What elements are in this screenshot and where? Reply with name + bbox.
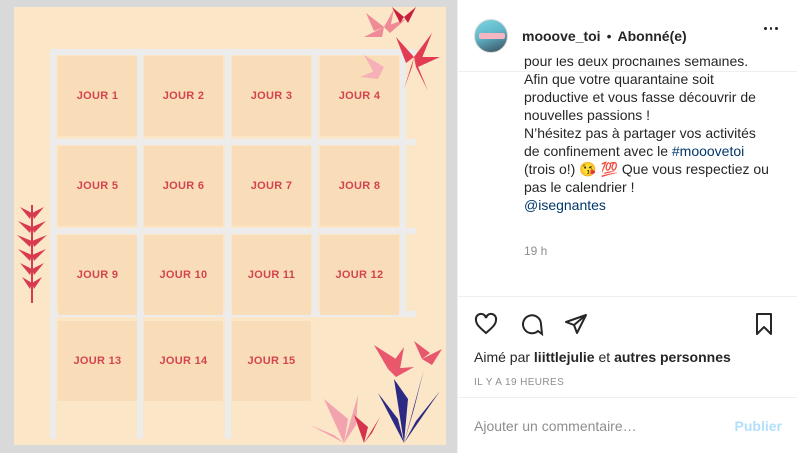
- post-caption: pour les deux prochaines semaines. Afin …: [524, 58, 792, 214]
- day-cell: JOUR 7: [232, 146, 311, 226]
- day-cell: JOUR 11: [232, 235, 311, 315]
- caption-text: (trois o!): [524, 161, 580, 177]
- heart-icon[interactable]: [474, 312, 498, 336]
- day-cell: JOUR 15: [232, 321, 311, 401]
- bookmark-icon[interactable]: [752, 312, 776, 336]
- day-cell: JOUR 9: [58, 235, 137, 315]
- grid-line: [50, 228, 416, 234]
- share-icon[interactable]: [564, 312, 588, 336]
- username-link[interactable]: mooove_toi: [522, 28, 601, 44]
- caption-line: productive et vous fasse découvrir de: [524, 89, 756, 105]
- flower-decoration: [360, 7, 440, 91]
- post-image-panel: JOUR 1 JOUR 2 JOUR 3 JOUR 4 JOUR 5 JOUR …: [0, 0, 457, 453]
- avatar[interactable]: [474, 18, 508, 53]
- separator-dot: •: [606, 27, 612, 44]
- hashtag-link[interactable]: #mooovetoi: [672, 143, 744, 159]
- comment-bar: Publier: [458, 397, 797, 453]
- grid-line: [50, 49, 56, 439]
- day-cell: JOUR 12: [320, 235, 399, 315]
- calendar-poster[interactable]: JOUR 1 JOUR 2 JOUR 3 JOUR 4 JOUR 5 JOUR …: [14, 7, 446, 445]
- avatar-logo: [479, 32, 505, 39]
- fern-decoration: [17, 205, 47, 303]
- post-sidebar: mooove_toi • Abonné(e) pour les deux pro…: [457, 0, 797, 453]
- day-cell: JOUR 8: [320, 146, 399, 226]
- day-cell: JOUR 3: [232, 56, 311, 136]
- follow-status-button[interactable]: Abonné(e): [617, 28, 686, 44]
- plant-decoration: [310, 341, 442, 443]
- day-cell: JOUR 5: [58, 146, 137, 226]
- post-timestamp[interactable]: IL Y A 19 HEURES: [474, 377, 564, 388]
- grid-line: [50, 139, 416, 145]
- caption-line: (trois o!) 😘 💯 Que vous respectiez ou: [524, 160, 792, 178]
- caption-text: de confinement avec le: [524, 143, 672, 159]
- comment-timestamp[interactable]: 19 h: [524, 244, 547, 258]
- mention-link[interactable]: @isegnantes: [524, 196, 792, 214]
- post-actions: Aimé par liittlejulie et autres personne…: [458, 296, 797, 406]
- more-options-icon[interactable]: [764, 27, 779, 31]
- grid-line: [312, 49, 318, 317]
- caption-line: nouvelles passions !: [524, 107, 651, 123]
- day-cell: JOUR 1: [58, 56, 137, 136]
- caption-line: N’hésitez pas à partager vos activités: [524, 125, 756, 141]
- day-cell: JOUR 14: [144, 321, 223, 401]
- comment-icon[interactable]: [520, 312, 544, 336]
- comment-input[interactable]: [474, 416, 714, 436]
- caption-line: Afin que votre quarantaine soit: [524, 71, 714, 87]
- day-cell: JOUR 6: [144, 146, 223, 226]
- day-cell: JOUR 13: [58, 321, 137, 401]
- liked-by-others-link[interactable]: autres personnes: [614, 349, 731, 365]
- caption-line: de confinement avec le #mooovetoi: [524, 142, 792, 160]
- caption-text: Que vous respectiez ou: [618, 161, 769, 177]
- liked-by-user-link[interactable]: liittlejulie: [534, 349, 595, 365]
- caption-line: pas le calendrier !: [524, 179, 635, 195]
- caption-cut-line: pour les deux prochaines semaines.: [524, 58, 749, 69]
- grid-line: [225, 49, 231, 439]
- liked-by-and: et: [594, 349, 615, 365]
- day-cell: JOUR 2: [144, 56, 223, 136]
- liked-by: Aimé par liittlejulie et autres personne…: [474, 349, 731, 365]
- emoji: 😘 💯: [579, 161, 618, 177]
- liked-by-prefix: Aimé par: [474, 349, 534, 365]
- day-cell: JOUR 10: [144, 235, 223, 315]
- grid-line: [137, 49, 143, 439]
- publish-button[interactable]: Publier: [735, 418, 782, 434]
